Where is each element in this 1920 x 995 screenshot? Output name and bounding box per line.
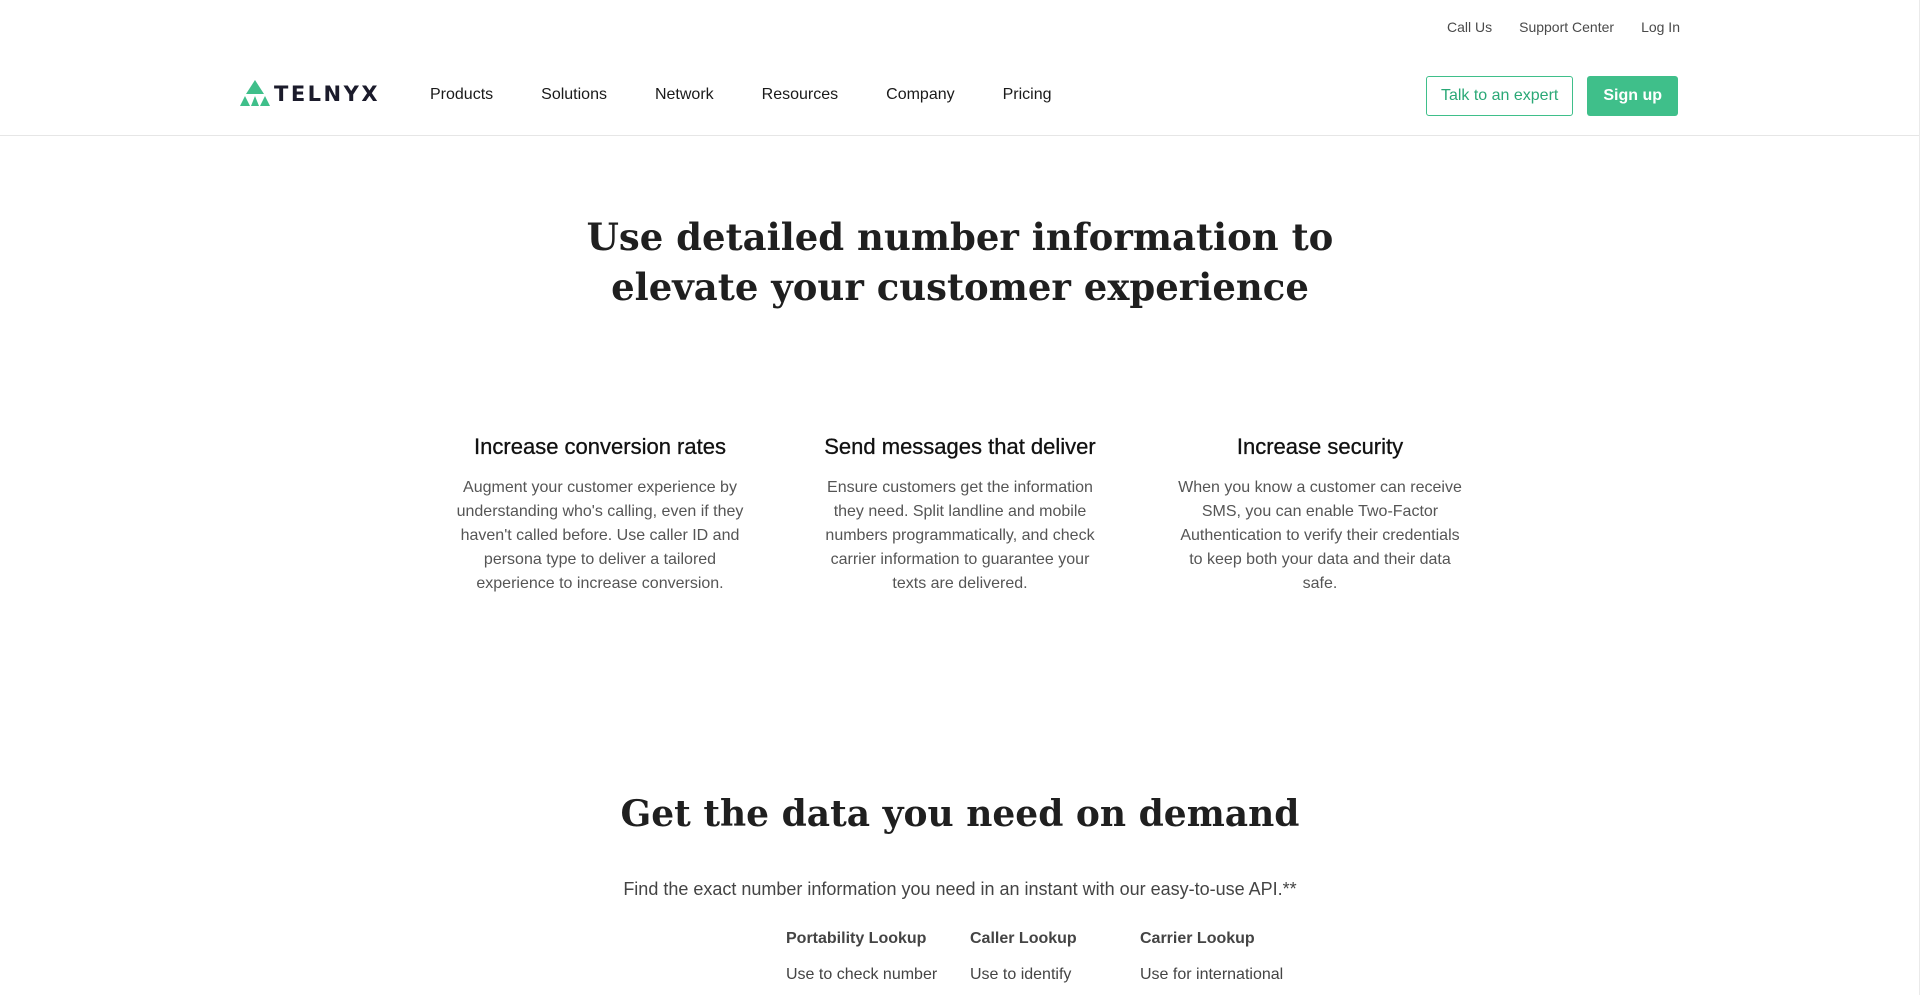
lookup-title: Portability Lookup xyxy=(786,930,927,947)
log-in-link[interactable]: Log In xyxy=(1641,19,1680,35)
lookup-title: Caller Lookup xyxy=(970,930,1077,947)
nav-solutions[interactable]: Solutions xyxy=(541,86,607,104)
lookup-description: Use for international xyxy=(1140,966,1284,983)
nav-pricing[interactable]: Pricing xyxy=(1003,86,1052,104)
section-title: Get the data you need on demand xyxy=(620,793,1300,835)
feature-description: Augment your customer experience by unde… xyxy=(456,479,744,592)
sign-up-button[interactable]: Sign up xyxy=(1587,76,1678,116)
feature-messages: Send messages that deliver Ensure custom… xyxy=(815,434,1105,596)
nav-company[interactable]: Company xyxy=(886,86,954,104)
feature-title: Send messages that deliver xyxy=(824,434,1096,459)
feature-description: Ensure customers get the information the… xyxy=(825,479,1095,592)
utility-links: Call Us Support Center Log In xyxy=(1447,19,1680,35)
feature-title: Increase conversion rates xyxy=(474,434,726,459)
lookup-description: Use to identify xyxy=(970,966,1072,983)
hero-title: Use detailed number information to eleva… xyxy=(0,212,1920,312)
lookup-list: Portability Lookup Use to check number C… xyxy=(786,930,1320,984)
features-row: Increase conversion rates Augment your c… xyxy=(0,434,1920,596)
logo-wordmark: TELNYX xyxy=(274,82,381,106)
utility-bar: Call Us Support Center Log In xyxy=(0,0,1920,56)
telnyx-logo-mark-icon xyxy=(240,80,270,106)
lookup-description: Use to check number xyxy=(786,966,938,983)
feature-title: Increase security xyxy=(1236,434,1404,459)
hero-title-line-1: Use detailed number information to xyxy=(586,215,1334,259)
feature-security: Increase security When you know a custom… xyxy=(1175,434,1465,596)
hero-title-line-2: elevate your customer experience xyxy=(611,265,1309,309)
lookup-caller[interactable]: Caller Lookup Use to identify xyxy=(970,930,1140,984)
header-cta-group: Talk to an expert Sign up xyxy=(1425,76,1678,116)
call-us-link[interactable]: Call Us xyxy=(1447,19,1492,35)
talk-to-expert-button[interactable]: Talk to an expert xyxy=(1425,76,1574,116)
nav-network[interactable]: Network xyxy=(655,86,714,104)
nav-resources[interactable]: Resources xyxy=(762,86,838,104)
telnyx-logo[interactable]: TELNYX xyxy=(240,80,380,108)
lookup-portability[interactable]: Portability Lookup Use to check number xyxy=(786,930,970,984)
feature-conversion: Increase conversion rates Augment your c… xyxy=(455,434,745,596)
lookup-title: Carrier Lookup xyxy=(1140,930,1255,947)
section-subtitle: Find the exact number information you ne… xyxy=(623,879,1297,899)
support-center-link[interactable]: Support Center xyxy=(1519,19,1614,35)
nav-products[interactable]: Products xyxy=(430,86,493,104)
feature-description: When you know a customer can receive SMS… xyxy=(1178,479,1462,592)
main-header: TELNYX Products Solutions Network Resour… xyxy=(0,56,1920,136)
primary-nav: Products Solutions Network Resources Com… xyxy=(430,86,1052,104)
lookup-carrier[interactable]: Carrier Lookup Use for international xyxy=(1140,930,1320,984)
